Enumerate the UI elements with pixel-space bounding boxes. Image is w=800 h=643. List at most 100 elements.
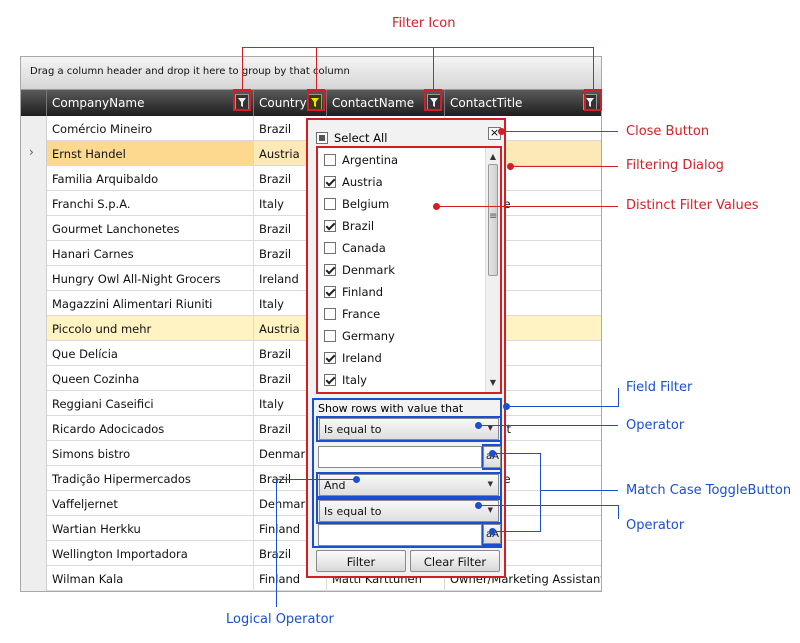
row-indicator[interactable]: [21, 291, 47, 316]
row-indicator[interactable]: ›: [21, 141, 47, 166]
filter-value-item[interactable]: Germany: [322, 326, 484, 348]
row-indicator[interactable]: [21, 216, 47, 241]
filter-value-label: Finland: [342, 285, 384, 299]
table-cell-company[interactable]: Hungry Owl All-Night Grocers: [47, 266, 254, 291]
operator-combo-2[interactable]: Is equal to ▼: [319, 500, 499, 522]
filter-value-item[interactable]: Denmark: [322, 260, 484, 282]
field-filter-caption: Show rows with value that: [318, 402, 464, 415]
filter-value-item[interactable]: Austria: [322, 172, 484, 194]
select-all-checkbox[interactable]: [316, 132, 328, 144]
filter-icon-highlight: [233, 89, 251, 111]
logical-operator-leader: [276, 479, 277, 607]
column-header-contacttitle[interactable]: ContactTitle: [445, 90, 601, 116]
filter-value-checkbox[interactable]: [324, 154, 336, 166]
match-case-leader: [493, 531, 540, 532]
filter-icon-leader: [593, 47, 594, 89]
operator-value: Is equal to: [324, 423, 382, 436]
table-cell-company[interactable]: Gourmet Lanchonetes: [47, 216, 254, 241]
table-cell-company[interactable]: Familia Arquibaldo: [47, 166, 254, 191]
row-indicator[interactable]: [21, 316, 47, 341]
table-cell-company[interactable]: Franchi S.p.A.: [47, 191, 254, 216]
table-cell-company[interactable]: Reggiani Caseifici: [47, 391, 254, 416]
filter-value-checkbox[interactable]: [324, 220, 336, 232]
table-cell-company[interactable]: Wilman Kala: [47, 566, 254, 591]
filter-value-checkbox[interactable]: [324, 286, 336, 298]
row-indicator[interactable]: [21, 366, 47, 391]
row-indicator[interactable]: [21, 341, 47, 366]
filter-value-checkbox[interactable]: [324, 352, 336, 364]
scroll-down-icon[interactable]: ▼: [486, 376, 500, 390]
filter-value-checkbox[interactable]: [324, 308, 336, 320]
annotation-distinct-values: Distinct Filter Values: [626, 198, 759, 213]
table-cell-company[interactable]: Hanari Carnes: [47, 241, 254, 266]
row-indicator[interactable]: [21, 391, 47, 416]
filter-value-checkbox[interactable]: [324, 242, 336, 254]
filter-value-checkbox[interactable]: [324, 264, 336, 276]
field-filter-leader: [507, 406, 619, 407]
row-indicator[interactable]: [21, 241, 47, 266]
filter-icon-leader: [316, 47, 317, 89]
row-indicator[interactable]: [21, 441, 47, 466]
filtering-dialog: Select All × Argentina Austria Belgium Braz…: [306, 118, 506, 578]
table-cell-company[interactable]: Wartian Herkku: [47, 516, 254, 541]
table-cell-company[interactable]: Simons bistro: [47, 441, 254, 466]
filter-value-checkbox[interactable]: [324, 176, 336, 188]
table-cell-company[interactable]: Magazzini Alimentari Riuniti: [47, 291, 254, 316]
filter-value-input-1[interactable]: [318, 446, 482, 468]
filter-value-input-2[interactable]: [318, 524, 482, 546]
distinct-values-leader: [437, 206, 618, 207]
group-panel-text: Drag a column header and drop it here to…: [30, 66, 350, 77]
filter-icon-bracket: [242, 47, 594, 48]
filter-value-label: France: [342, 307, 381, 321]
annotation-match-case: Match Case ToggleButton: [626, 483, 792, 498]
table-cell-company[interactable]: Ernst Handel: [47, 141, 254, 166]
logical-operator-combo[interactable]: And ▼: [319, 474, 499, 496]
annotation-close-button: Close Button: [626, 124, 710, 139]
filter-value-item[interactable]: Brazil: [322, 216, 484, 238]
row-indicator[interactable]: [21, 516, 47, 541]
field-filter-leader: [618, 388, 619, 407]
close-button-leader: [502, 131, 618, 132]
filter-value-checkbox[interactable]: [324, 374, 336, 386]
filter-button-label: Filter: [346, 555, 376, 569]
filter-value-label: Denmark: [342, 263, 395, 277]
filter-value-checkbox[interactable]: [324, 330, 336, 342]
table-cell-company[interactable]: Que Delícia: [47, 341, 254, 366]
filter-value-item[interactable]: Canada: [322, 238, 484, 260]
filter-value-item[interactable]: Ireland: [322, 348, 484, 370]
scroll-thumb[interactable]: [488, 164, 498, 276]
row-indicator[interactable]: [21, 166, 47, 191]
row-indicator[interactable]: [21, 466, 47, 491]
scroll-up-icon[interactable]: ▲: [486, 150, 500, 164]
column-header-companyname[interactable]: CompanyName: [47, 90, 254, 116]
table-cell-company[interactable]: Vaffeljernet: [47, 491, 254, 516]
list-scrollbar[interactable]: ▲ ▼: [485, 148, 500, 392]
filter-value-item[interactable]: Belgium: [322, 194, 484, 216]
filter-value-label: Germany: [342, 329, 395, 343]
table-cell-company[interactable]: Piccolo und mehr: [47, 316, 254, 341]
filter-value-item[interactable]: Finland: [322, 282, 484, 304]
table-cell-company[interactable]: Ricardo Adocicados: [47, 416, 254, 441]
row-indicator[interactable]: [21, 541, 47, 566]
table-cell-company[interactable]: Comércio Mineiro: [47, 116, 254, 141]
filter-value-label: Canada: [342, 241, 386, 255]
row-indicator[interactable]: [21, 266, 47, 291]
filter-value-checkbox[interactable]: [324, 198, 336, 210]
row-indicator[interactable]: [21, 191, 47, 216]
table-cell-company[interactable]: Tradição Hipermercados: [47, 466, 254, 491]
group-panel[interactable]: Drag a column header and drop it here to…: [21, 57, 601, 90]
filter-button[interactable]: Filter: [316, 550, 406, 572]
logical-operator-value: And: [324, 479, 346, 492]
filter-value-item[interactable]: Argentina: [322, 150, 484, 172]
row-indicator[interactable]: [21, 491, 47, 516]
clear-filter-button[interactable]: Clear Filter: [410, 550, 500, 572]
filter-value-item[interactable]: Italy: [322, 370, 484, 392]
row-indicator[interactable]: [21, 116, 47, 141]
row-indicator[interactable]: [21, 416, 47, 441]
operator-combo-1[interactable]: Is equal to ▼: [319, 418, 499, 440]
row-indicator[interactable]: [21, 566, 47, 591]
filter-value-item[interactable]: France: [322, 304, 484, 326]
match-case-leader: [540, 490, 618, 491]
table-cell-company[interactable]: Wellington Importadora: [47, 541, 254, 566]
table-cell-company[interactable]: Queen Cozinha: [47, 366, 254, 391]
